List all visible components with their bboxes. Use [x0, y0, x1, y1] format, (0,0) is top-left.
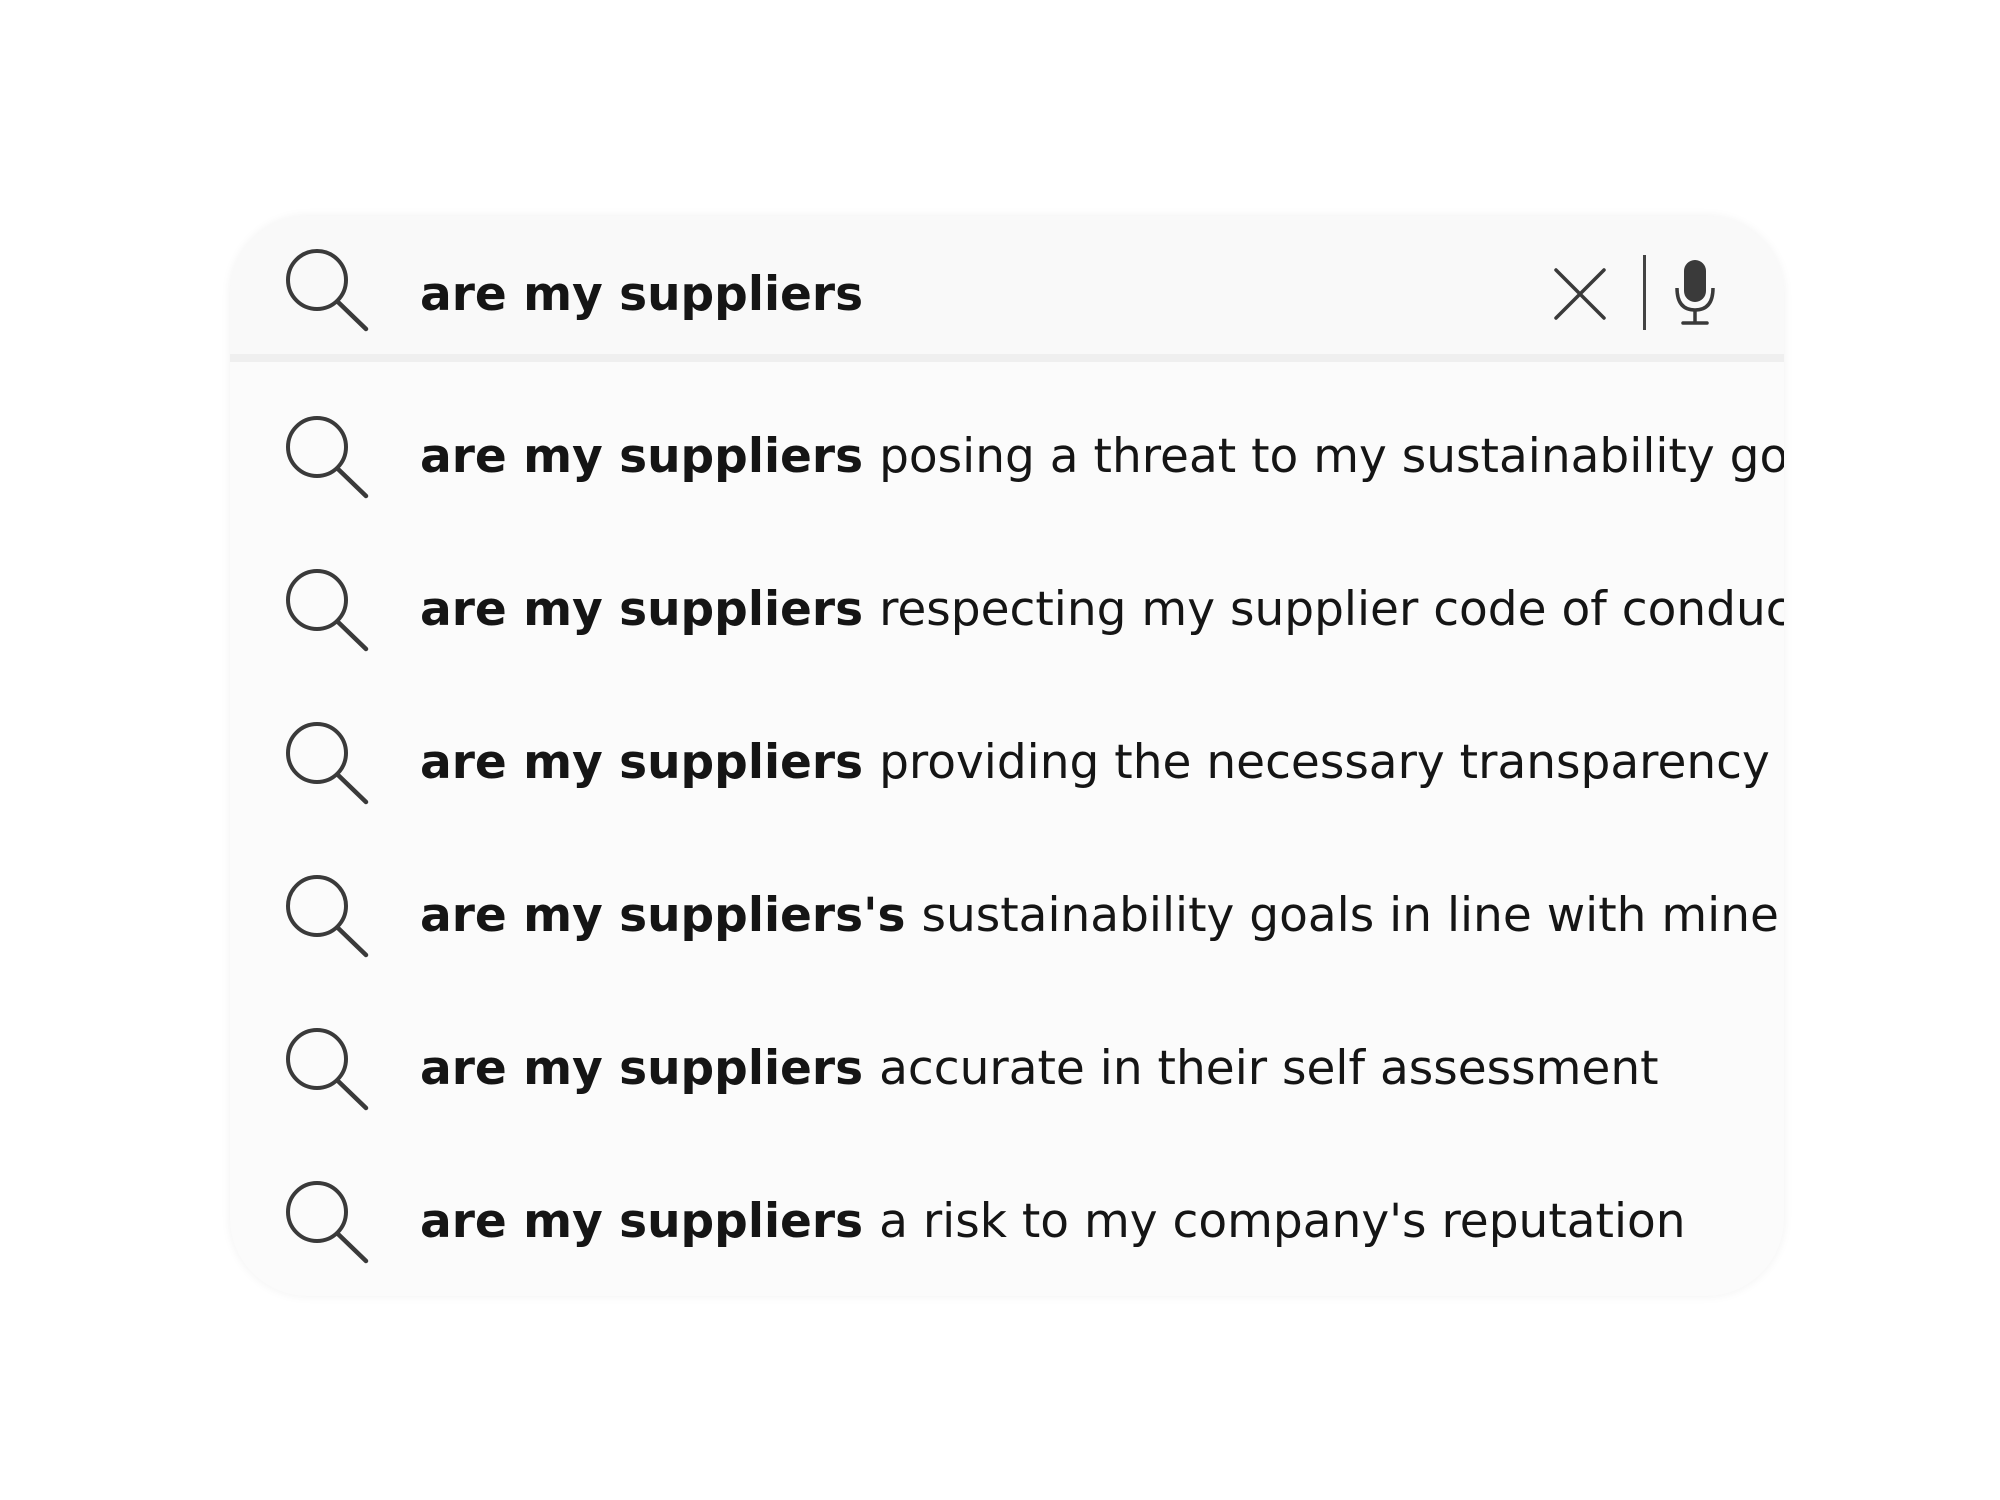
close-icon[interactable] [1550, 264, 1610, 324]
search-icon [286, 1028, 369, 1111]
suggestion-text: are my suppliers accurate in their self a… [420, 1041, 1659, 1097]
search-icon [286, 875, 369, 958]
suggestion-query-part: are my suppliers [420, 1194, 864, 1249]
suggestion-query-part: are my suppliers [420, 1041, 864, 1096]
suggestion-item[interactable]: are my suppliers's sustainability goals i… [230, 845, 1784, 985]
suggestion-text: are my suppliers respecting my supplier c… [420, 582, 1784, 638]
suggestion-text: are my suppliers's sustainability goals i… [420, 888, 1779, 944]
suggestion-query-part: are my suppliers's [420, 888, 906, 943]
suggestion-completion: accurate in their self assessment [879, 1041, 1659, 1096]
search-bar-divider [230, 354, 1784, 362]
suggestion-query-part: are my suppliers [420, 735, 864, 790]
search-icon [286, 416, 369, 499]
suggestion-item[interactable]: are my suppliers posing a threat to my su… [230, 386, 1784, 526]
search-icon [286, 249, 369, 332]
suggestion-completion: sustainability goals in line with mine [921, 888, 1779, 943]
search-autocomplete-panel: are my suppliers are my suppliers posing … [230, 216, 1784, 1296]
suggestion-text: are my suppliers posing a threat to my su… [420, 429, 1784, 485]
suggestion-text: are my suppliers providing the necessary … [420, 735, 1770, 791]
search-icon [286, 722, 369, 805]
search-icon [286, 1181, 369, 1264]
suggestion-completion: respecting my supplier code of conduct [879, 582, 1784, 637]
suggestion-item[interactable]: are my suppliers accurate in their self a… [230, 998, 1784, 1138]
suggestion-item[interactable]: are my suppliers a risk to my company's r… [230, 1151, 1784, 1291]
separator [1643, 255, 1646, 330]
suggestion-item[interactable]: are my suppliers providing the necessary … [230, 692, 1784, 832]
search-icon [286, 569, 369, 652]
suggestion-query-part: are my suppliers [420, 582, 864, 637]
search-input[interactable]: are my suppliers [420, 267, 863, 323]
suggestion-completion: a risk to my company's reputation [879, 1194, 1686, 1249]
suggestion-text: are my suppliers a risk to my company's r… [420, 1194, 1686, 1250]
suggestion-completion: providing the necessary transparency [879, 735, 1770, 790]
search-bar[interactable]: are my suppliers [230, 216, 1784, 354]
suggestion-item[interactable]: are my suppliers respecting my supplier c… [230, 539, 1784, 679]
microphone-icon[interactable] [1672, 258, 1718, 328]
suggestion-completion: posing a threat to my sustainability goa… [879, 429, 1784, 484]
suggestion-query-part: are my suppliers [420, 429, 864, 484]
